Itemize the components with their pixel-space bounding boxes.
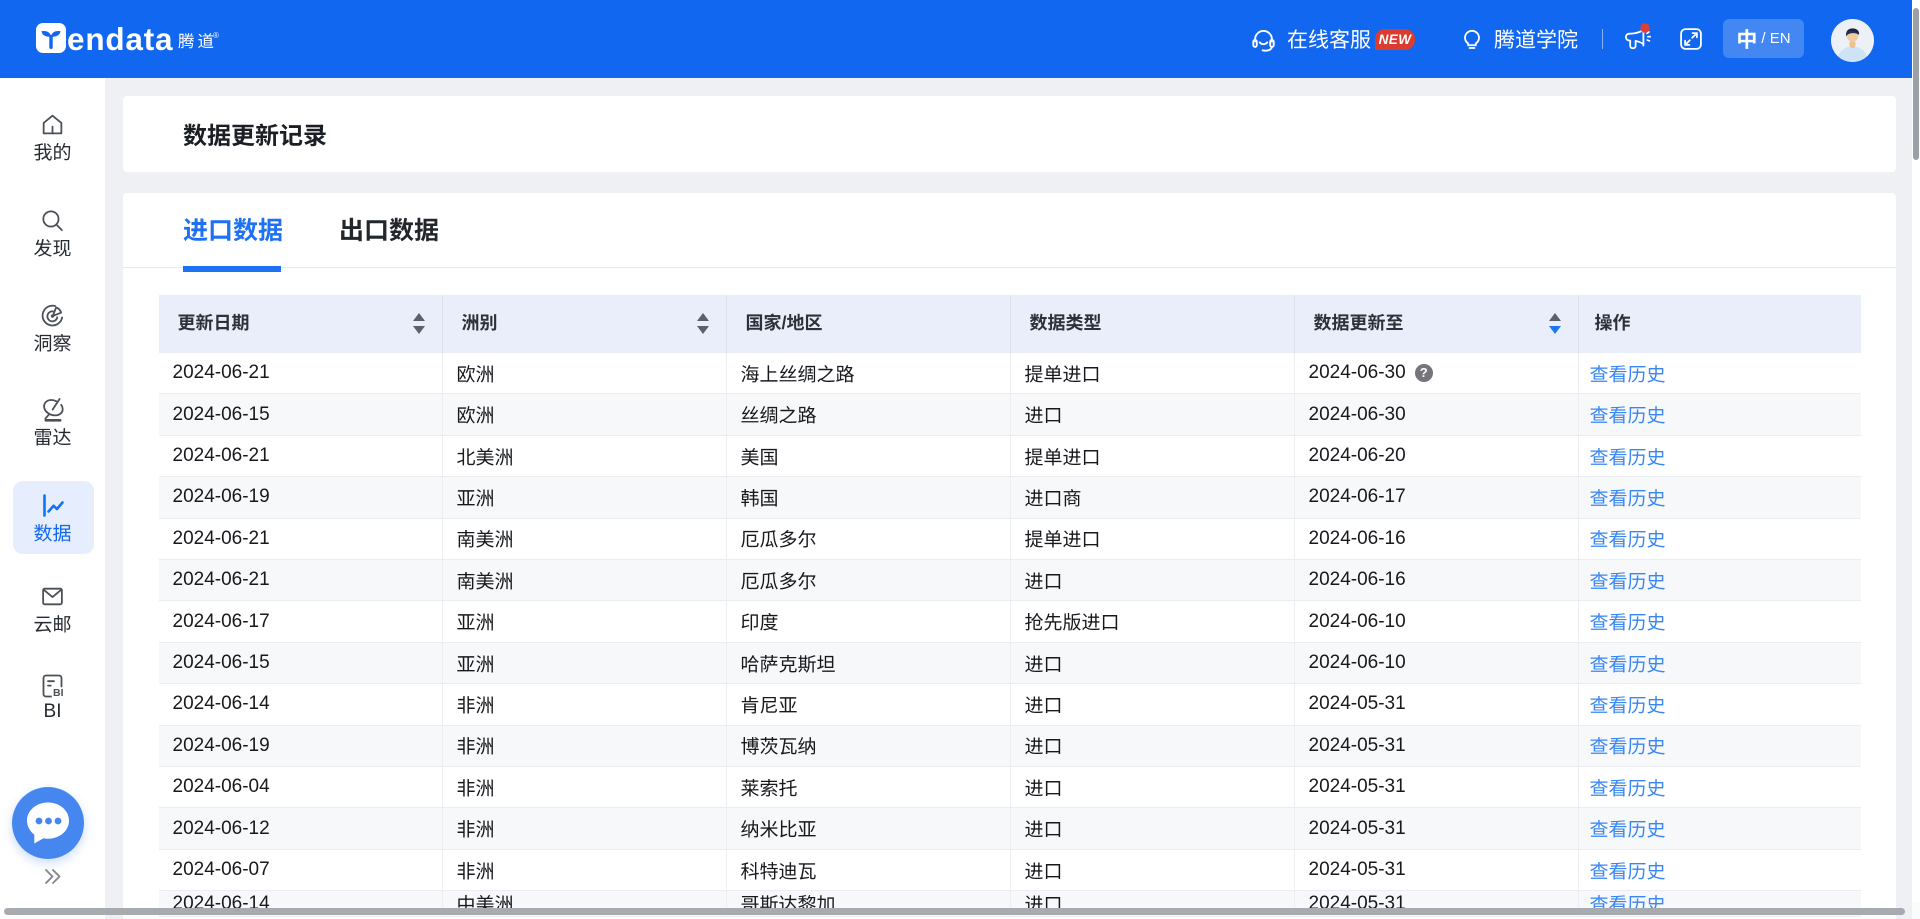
svg-text:BI: BI [53,687,64,699]
